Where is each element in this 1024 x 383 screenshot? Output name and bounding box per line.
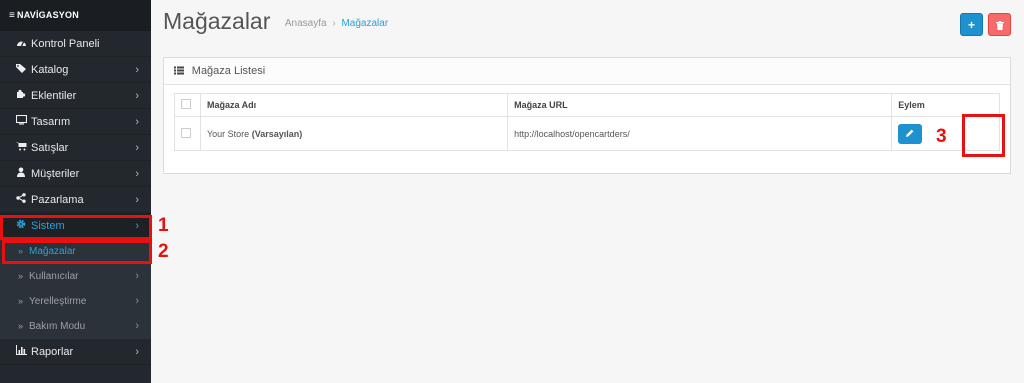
sidebar-item-catalog[interactable]: Katalog ›: [0, 57, 151, 83]
delete-store-button[interactable]: [988, 13, 1011, 36]
sidebar-subitem-users[interactable]: » Kullanıcılar ›: [0, 264, 151, 289]
sidebar: ≡ NAVİGASYON Kontrol Paneli Katalog › Ekl…: [0, 0, 151, 383]
share-icon: [13, 188, 29, 214]
annotation-box-stores: [2, 240, 152, 264]
sidebar-item-sales[interactable]: Satışlar ›: [0, 135, 151, 161]
sidebar-item-label: Müşteriler: [31, 168, 80, 180]
row-select-cell: [174, 116, 201, 151]
annotation-box-edit: [962, 114, 1005, 157]
pencil-icon: [906, 128, 914, 139]
double-chevron-icon: »: [18, 296, 24, 306]
chevron-right-icon: ›: [135, 64, 139, 76]
chevron-right-icon: ›: [135, 142, 139, 154]
sidebar-item-marketing[interactable]: Pazarlama ›: [0, 187, 151, 213]
chevron-right-icon: ›: [135, 116, 139, 128]
column-header-store-name[interactable]: Mağaza Adı: [199, 93, 509, 117]
sidebar-item-label: Tasarım: [31, 116, 71, 128]
panel-heading: Mağaza Listesi: [164, 58, 1010, 85]
plus-icon: +: [967, 18, 975, 32]
sidebar-item-label: Satışlar: [31, 142, 69, 154]
sidebar-item-dashboard[interactable]: Kontrol Paneli: [0, 31, 151, 57]
stores-table: Mağaza Adı Mağaza URL Eylem Your Store (…: [174, 93, 1000, 151]
chevron-right-icon: ›: [135, 320, 139, 332]
double-chevron-icon: »: [18, 321, 24, 331]
sidebar-item-customers[interactable]: Müşteriler ›: [0, 161, 151, 187]
sidebar-item-label: Eklentiler: [31, 90, 77, 102]
breadcrumb-separator: ›: [332, 18, 336, 29]
menu-icon: ≡: [9, 10, 16, 21]
monitor-icon: [13, 110, 29, 136]
breadcrumb-current-link[interactable]: Mağazalar: [341, 18, 388, 29]
annotation-number-2: 2: [158, 241, 169, 262]
sidebar-subitem-maintenance[interactable]: » Bakım Modu ›: [0, 314, 151, 339]
trash-icon: [995, 18, 1004, 32]
sidebar-item-extensions[interactable]: Eklentiler ›: [0, 83, 151, 109]
list-icon: [174, 66, 187, 77]
sidebar-item-label: Pazarlama: [31, 194, 84, 206]
add-store-button[interactable]: +: [960, 13, 983, 36]
cart-icon: [13, 136, 29, 162]
puzzle-icon: [13, 84, 29, 110]
breadcrumb: Anasayfa › Mağazalar: [285, 18, 388, 29]
edit-store-button[interactable]: [898, 123, 923, 144]
chevron-right-icon: ›: [135, 346, 139, 358]
annotation-box-system: [0, 215, 152, 240]
sidebar-item-design[interactable]: Tasarım ›: [0, 109, 151, 135]
sidebar-subitem-label: Bakım Modu: [29, 321, 86, 332]
sidebar-subitem-localisation[interactable]: » Yerelleştirme ›: [0, 289, 151, 314]
table-row: Your Store (Varsayılan) http://localhost…: [174, 116, 1000, 151]
chevron-right-icon: ›: [135, 295, 139, 307]
navigation-heading: ≡ NAVİGASYON: [0, 0, 151, 31]
store-url-cell: http://localhost/opencartders/: [507, 116, 893, 151]
store-name: Your Store: [206, 128, 250, 139]
double-chevron-icon: »: [18, 271, 24, 281]
column-header-store-url[interactable]: Mağaza URL: [507, 93, 893, 117]
annotation-number-1: 1: [158, 215, 169, 236]
chevron-right-icon: ›: [135, 90, 139, 102]
chevron-right-icon: ›: [135, 194, 139, 206]
sidebar-item-label: Kontrol Paneli: [31, 38, 100, 50]
page-header: Mağazalar Anasayfa › Mağazalar +: [163, 8, 1024, 48]
user-icon: [13, 162, 29, 188]
bar-chart-icon: [13, 340, 29, 366]
default-tag: (Varsayılan): [251, 128, 303, 139]
chevron-right-icon: ›: [135, 270, 139, 282]
sidebar-subitem-label: Yerelleştirme: [29, 296, 87, 307]
select-all-cell: [174, 93, 201, 117]
tags-icon: [13, 58, 29, 84]
store-name-cell: Your Store (Varsayılan): [199, 116, 509, 151]
sidebar-subitem-label: Kullanıcılar: [29, 271, 79, 282]
page-title: Mağazalar: [163, 8, 271, 34]
sidebar-item-label: Raporlar: [31, 346, 74, 358]
select-all-checkbox[interactable]: [181, 99, 191, 109]
breadcrumb-home-link[interactable]: Anasayfa: [285, 18, 327, 29]
panel-title: Mağaza Listesi: [191, 65, 266, 77]
row-checkbox[interactable]: [181, 127, 191, 138]
chevron-right-icon: ›: [135, 168, 139, 180]
table-header-row: Mağaza Adı Mağaza URL Eylem: [174, 93, 1000, 117]
dashboard-icon: [13, 32, 29, 58]
annotation-number-3: 3: [936, 126, 947, 147]
sidebar-item-reports[interactable]: Raporlar ›: [0, 339, 151, 365]
store-list-panel: Mağaza Listesi Mağaza Adı Mağaza URL Eyl…: [163, 57, 1011, 174]
sidebar-item-label: Katalog: [31, 64, 69, 76]
